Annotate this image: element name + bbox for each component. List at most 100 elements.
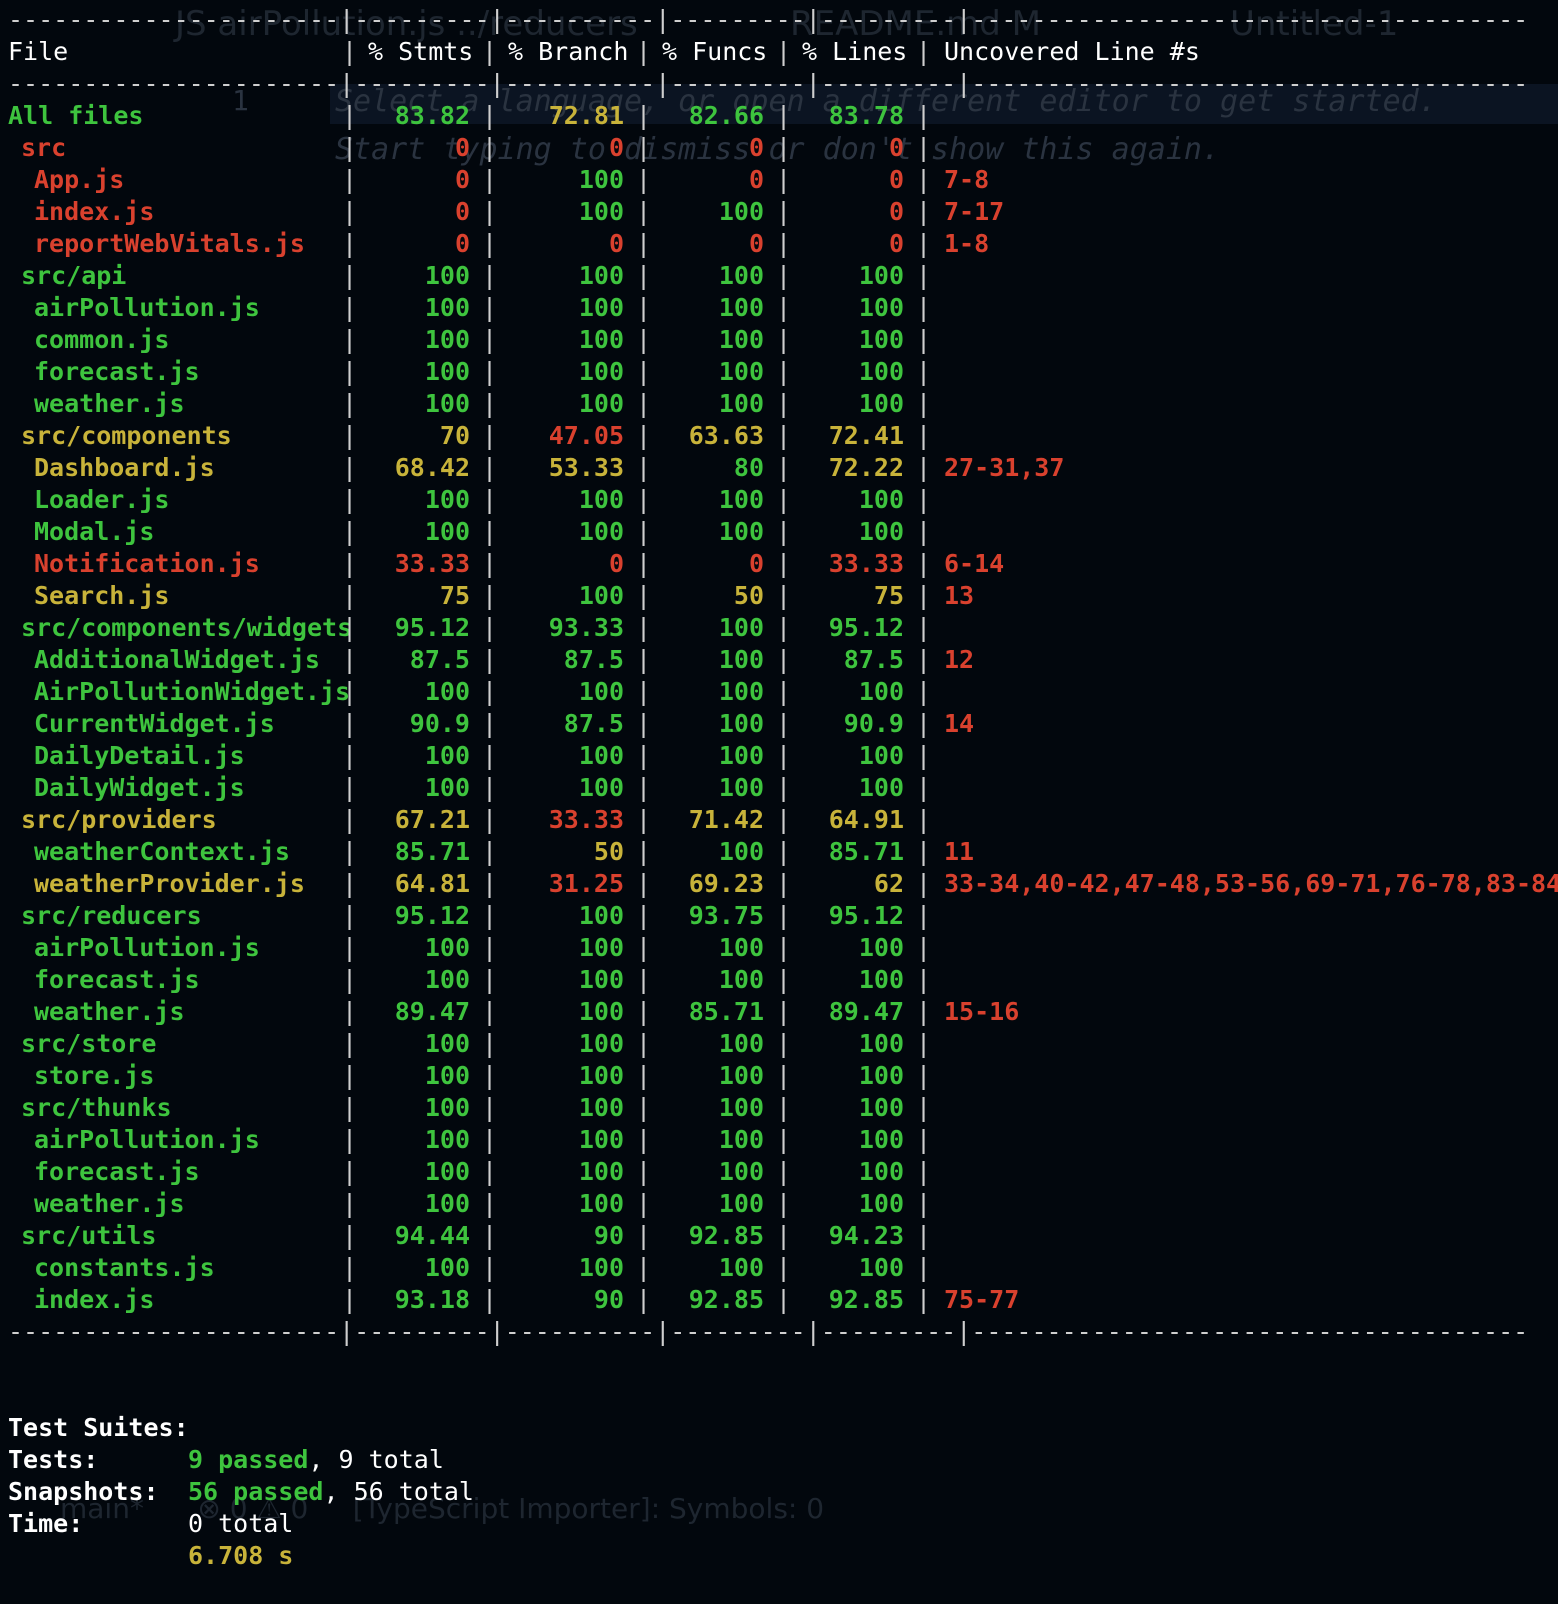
cell-stmts: 100 <box>424 1093 470 1122</box>
cell-file-name: src/store <box>21 1029 157 1058</box>
summary-time: Time: 6.708 s <box>8 1476 1508 1570</box>
cell-uncovered-lines: 11 <box>944 837 975 866</box>
column-divider: | <box>636 613 652 642</box>
cell-file-name: index.js <box>34 1285 155 1314</box>
column-divider: | <box>482 293 498 322</box>
column-divider: | <box>482 613 498 642</box>
column-divider: | <box>342 1029 358 1058</box>
cell-file-name: airPollution.js <box>34 1125 260 1154</box>
cell-stmts: 0 <box>454 229 470 258</box>
cell-funcs: 100 <box>718 1029 764 1058</box>
cell-lines: 83.78 <box>828 101 904 130</box>
column-divider: | <box>636 965 652 994</box>
cell-branch: 47.05 <box>548 421 624 450</box>
cell-uncovered-lines: 75-77 <box>944 1285 1020 1314</box>
column-divider: | <box>342 1253 358 1282</box>
table-row: airPollution.js | | | | | 100 100 100 100 <box>0 292 1558 324</box>
cell-uncovered-lines: 7-17 <box>944 197 1005 226</box>
column-divider: | <box>916 933 932 962</box>
summary-test-suites: Test Suites: 9 passed, 9 total <box>8 1380 1508 1474</box>
cell-branch: 50 <box>593 837 624 866</box>
cell-stmts: 85.71 <box>394 837 470 866</box>
cell-lines: 100 <box>858 485 904 514</box>
cell-funcs: 100 <box>718 1061 764 1090</box>
table-row: forecast.js | | | | | 100 100 100 100 <box>0 964 1558 996</box>
cell-funcs: 100 <box>718 1125 764 1154</box>
cell-lines: 100 <box>858 1061 904 1090</box>
column-divider: | <box>342 1093 358 1122</box>
column-divider: | <box>482 453 498 482</box>
cell-lines: 100 <box>858 965 904 994</box>
cell-stmts: 95.12 <box>394 613 470 642</box>
table-row: reportWebVitals.js | | | | | 0 0 0 0 1-8 <box>0 228 1558 260</box>
column-divider: | <box>482 261 498 290</box>
column-divider: | <box>636 1157 652 1186</box>
column-divider: | <box>482 357 498 386</box>
column-divider: | <box>916 741 932 770</box>
column-divider: | <box>776 261 792 290</box>
cell-lines: 90.9 <box>843 709 904 738</box>
cell-stmts: 100 <box>424 773 470 802</box>
cell-stmts: 100 <box>424 325 470 354</box>
column-divider: | <box>776 837 792 866</box>
cell-file-name: reportWebVitals.js <box>34 229 305 258</box>
cell-funcs: 0 <box>748 229 764 258</box>
column-divider: | <box>636 741 652 770</box>
cell-file-name: airPollution.js <box>34 933 260 962</box>
column-divider: | <box>342 1285 358 1314</box>
column-divider: | <box>636 1285 652 1314</box>
column-divider: | <box>776 101 792 130</box>
cell-branch: 90 <box>593 1221 624 1250</box>
column-divider: | <box>916 1125 932 1154</box>
cell-lines: 100 <box>858 389 904 418</box>
column-divider: | <box>342 805 358 834</box>
cell-branch: 33.33 <box>548 805 624 834</box>
column-divider: | <box>482 677 498 706</box>
column-divider: | <box>636 357 652 386</box>
cell-file-name: Dashboard.js <box>34 453 215 482</box>
table-row: src/components | | | | | 70 47.05 63.63 72.41 <box>0 420 1558 452</box>
cell-uncovered-lines: 1-8 <box>944 229 990 258</box>
cell-uncovered-lines: 33-34,40-42,47-48,53-56,69-71,76-78,83-8… <box>944 869 1558 898</box>
column-divider: | <box>916 1189 932 1218</box>
cell-stmts: 67.21 <box>394 805 470 834</box>
column-divider: | <box>776 453 792 482</box>
column-divider: | <box>916 517 932 546</box>
cell-stmts: 100 <box>424 965 470 994</box>
column-divider: | <box>916 133 932 162</box>
cell-lines: 87.5 <box>843 645 904 674</box>
cell-file-name: weatherContext.js <box>34 837 290 866</box>
column-divider: | <box>482 1285 498 1314</box>
cell-lines: 95.12 <box>828 901 904 930</box>
cell-lines: 100 <box>858 1157 904 1186</box>
cell-lines: 100 <box>858 357 904 386</box>
table-row: Loader.js | | | | | 100 100 100 100 <box>0 484 1558 516</box>
cell-stmts: 0 <box>454 197 470 226</box>
column-divider: | <box>342 453 358 482</box>
column-divider: | <box>482 165 498 194</box>
cell-branch: 100 <box>578 933 624 962</box>
cell-lines: 100 <box>858 261 904 290</box>
cell-lines: 0 <box>888 197 904 226</box>
column-divider: | <box>482 1093 498 1122</box>
table-row: Modal.js | | | | | 100 100 100 100 <box>0 516 1558 548</box>
cell-funcs: 100 <box>718 261 764 290</box>
column-divider: | <box>636 293 652 322</box>
cell-file-name: weather.js <box>34 997 185 1026</box>
cell-funcs: 100 <box>718 613 764 642</box>
cell-branch: 72.81 <box>548 101 624 130</box>
column-divider: | <box>482 325 498 354</box>
column-divider: | <box>916 869 932 898</box>
column-divider: | <box>776 805 792 834</box>
table-header-row: File | % Stmts | % Branch | % Funcs | % … <box>0 36 1558 68</box>
cell-branch: 90 <box>593 1285 624 1314</box>
cell-funcs: 100 <box>718 741 764 770</box>
column-divider: | <box>916 677 932 706</box>
cell-funcs: 85.71 <box>688 997 764 1026</box>
column-divider: | <box>482 805 498 834</box>
column-divider: | <box>342 997 358 1026</box>
cell-lines: 85.71 <box>828 837 904 866</box>
cell-lines: 100 <box>858 1029 904 1058</box>
cell-stmts: 95.12 <box>394 901 470 930</box>
column-divider: | <box>916 805 932 834</box>
